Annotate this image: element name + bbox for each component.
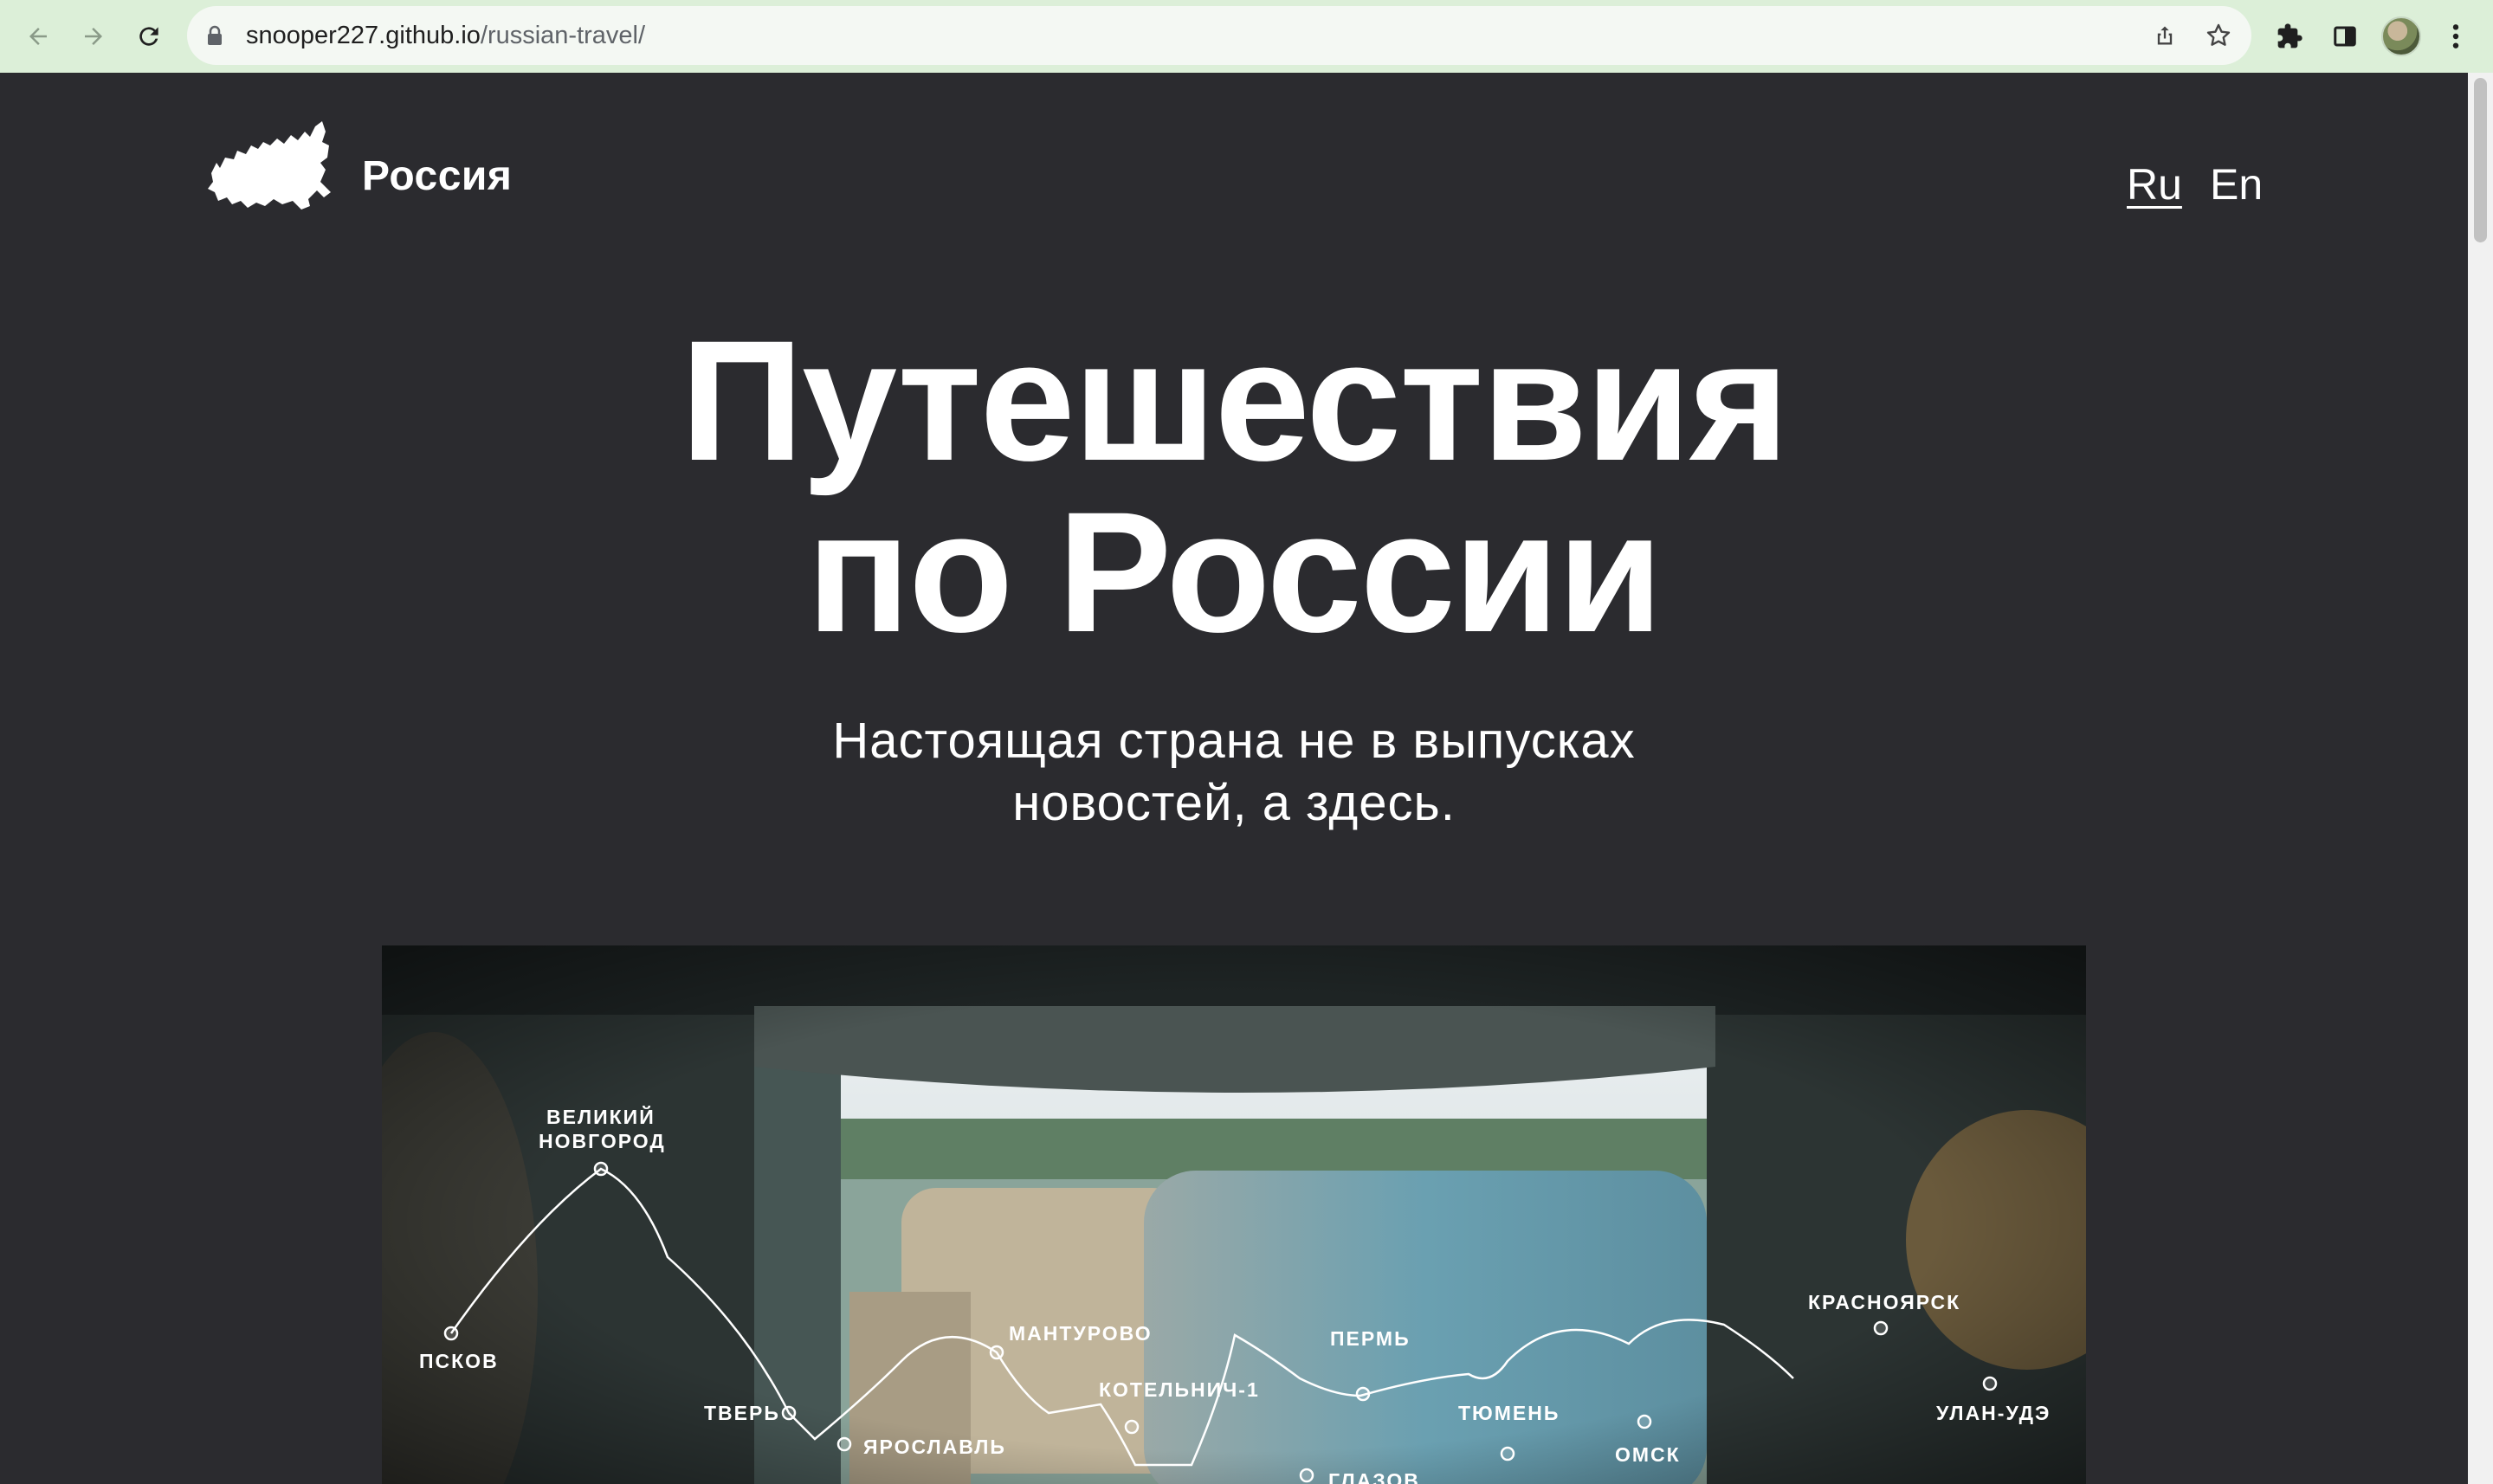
profile-avatar[interactable]	[2381, 16, 2421, 56]
share-icon	[2157, 26, 2173, 45]
stop-label: ЯРОСЛАВЛЬ	[863, 1436, 1006, 1458]
reload-button[interactable]	[130, 17, 168, 55]
reload-icon	[139, 27, 158, 46]
page-content: Россия Ru En Путешествия по России Насто…	[0, 73, 2468, 1484]
scrollbar-thumb[interactable]	[2474, 78, 2487, 242]
lang-ru-link[interactable]: Ru	[2127, 159, 2182, 210]
url-path: /russian-travel/	[480, 22, 646, 49]
back-icon	[29, 28, 47, 45]
forward-button[interactable]	[74, 17, 113, 55]
url-text: snooper227.github.io/russian-travel/	[246, 6, 645, 65]
address-bar[interactable]: snooper227.github.io/russian-travel/	[187, 6, 2251, 65]
stop-label: УЛАН-УДЭ	[1936, 1402, 2051, 1424]
star-icon	[2206, 23, 2231, 46]
page-subtitle: Настоящая страна не в выпусках новостей,…	[0, 710, 2468, 835]
stop-label: ОМСК	[1615, 1443, 1681, 1466]
page-title: Путешествия по России	[0, 315, 2468, 658]
stop-label: КРАСНОЯРСК	[1808, 1291, 1960, 1313]
menu-icon	[2452, 24, 2459, 48]
stop-label: НОВГОРОД	[539, 1130, 666, 1152]
sidepanel-icon	[2334, 26, 2356, 47]
browser-menu-button[interactable]	[2437, 17, 2475, 55]
lang-en-link[interactable]: En	[2210, 159, 2263, 210]
stop-label: ГЛАЗОВ	[1328, 1469, 1420, 1484]
stop-label: ПЕРМЬ	[1330, 1327, 1411, 1350]
back-button[interactable]	[19, 17, 57, 55]
subtitle-line-2: новостей, а здесь.	[1012, 775, 1456, 831]
browser-toolbar: snooper227.github.io/russian-travel/	[0, 0, 2493, 73]
brand-name: Россия	[362, 153, 513, 199]
stop-label: КОТЕЛЬНИЧ-1	[1099, 1378, 1260, 1401]
stop-label: МАНТУРОВО	[1009, 1322, 1153, 1345]
lock-icon	[208, 25, 222, 45]
stop-label: ТЮМЕНЬ	[1458, 1402, 1560, 1424]
sidepanel-button[interactable]	[2326, 17, 2364, 55]
forward-icon	[85, 28, 102, 45]
hero-photo: ВЕЛИКИЙ НОВГОРОД ПСКОВ ТВЕРЬ ЯРОСЛАВЛЬ М…	[382, 945, 2086, 1484]
url-host: snooper227.github.io	[246, 22, 481, 49]
title-line-2: по России	[806, 476, 1663, 668]
stop-label: ТВЕРЬ	[704, 1402, 780, 1424]
extensions-icon	[2277, 23, 2302, 48]
extensions-button[interactable]	[2270, 17, 2309, 55]
bookmark-button[interactable]	[2201, 18, 2236, 53]
stop-label: ПСКОВ	[419, 1350, 499, 1372]
page-scrollbar[interactable]	[2468, 73, 2493, 1484]
russia-map-logo	[208, 121, 331, 210]
stop-label: ВЕЛИКИЙ	[546, 1105, 656, 1128]
title-line-1: Путешествия	[680, 305, 1790, 496]
subtitle-line-1: Настоящая страна не в выпусках	[832, 713, 1636, 769]
share-button[interactable]	[2147, 18, 2182, 53]
